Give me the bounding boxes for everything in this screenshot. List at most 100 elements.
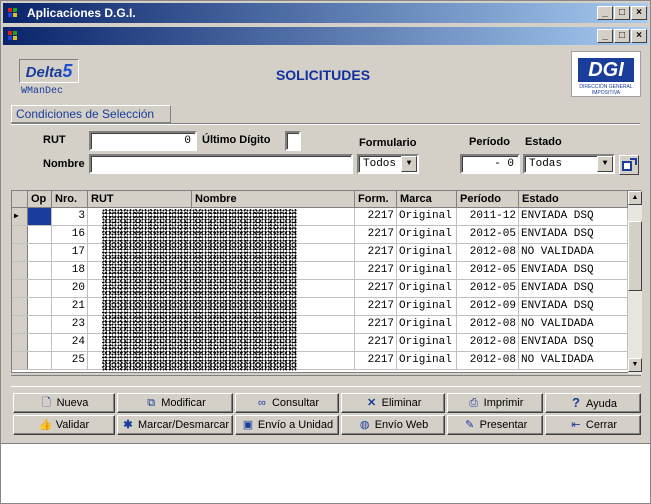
child-close-icon[interactable]: × bbox=[631, 29, 647, 43]
estado-cell[interactable]: NO VALIDADA bbox=[519, 352, 628, 369]
form-cell[interactable]: 2217 bbox=[355, 226, 397, 243]
ultimo-digito-input[interactable] bbox=[285, 131, 301, 151]
marca-cell[interactable]: Original bbox=[397, 334, 457, 351]
nueva-button[interactable]: 🗋 Nueva bbox=[13, 393, 115, 413]
form-cell[interactable]: 2217 bbox=[355, 316, 397, 333]
vertical-scrollbar[interactable]: ▲ ▼ bbox=[628, 191, 642, 374]
formulario-select[interactable]: Todos ▼ bbox=[357, 154, 419, 174]
nro-cell[interactable]: 23 bbox=[52, 316, 88, 333]
op-cell[interactable] bbox=[28, 244, 52, 261]
nro-cell[interactable]: 20 bbox=[52, 280, 88, 297]
row-indicator[interactable] bbox=[12, 280, 28, 297]
filter-button[interactable] bbox=[619, 155, 639, 175]
op-cell[interactable] bbox=[28, 298, 52, 315]
col-header-estado[interactable]: Estado bbox=[519, 191, 628, 208]
form-cell[interactable]: 2217 bbox=[355, 334, 397, 351]
col-header-marca[interactable]: Marca bbox=[397, 191, 457, 208]
nro-cell[interactable]: 21 bbox=[52, 298, 88, 315]
rut-input[interactable]: 0 bbox=[89, 131, 197, 151]
nro-cell[interactable]: 17 bbox=[52, 244, 88, 261]
nro-cell[interactable]: 18 bbox=[52, 262, 88, 279]
nro-cell[interactable]: 3 bbox=[52, 208, 88, 225]
periodo-cell[interactable]: 2012-08 bbox=[457, 244, 519, 261]
marca-cell[interactable]: Original bbox=[397, 262, 457, 279]
imprimir-button[interactable]: ⎙ Imprimir bbox=[447, 393, 543, 413]
row-indicator[interactable] bbox=[12, 352, 28, 369]
estado-cell[interactable]: ENVIADA DSQ bbox=[519, 226, 628, 243]
op-cell[interactable] bbox=[28, 226, 52, 243]
col-header-nombre[interactable]: Nombre bbox=[192, 191, 355, 208]
col-header-periodo[interactable]: Período bbox=[457, 191, 519, 208]
marca-cell[interactable]: Original bbox=[397, 280, 457, 297]
estado-cell[interactable]: NO VALIDADA bbox=[519, 316, 628, 333]
periodo-cell[interactable]: 2012-09 bbox=[457, 298, 519, 315]
op-cell[interactable] bbox=[28, 334, 52, 351]
periodo-cell[interactable]: 2012-05 bbox=[457, 262, 519, 279]
col-header-rut[interactable]: RUT bbox=[88, 191, 192, 208]
periodo-cell[interactable]: 2012-08 bbox=[457, 352, 519, 369]
row-indicator[interactable] bbox=[12, 334, 28, 351]
chevron-down-icon[interactable]: ▼ bbox=[597, 156, 613, 172]
col-header-form[interactable]: Form. bbox=[355, 191, 397, 208]
marca-cell[interactable]: Original bbox=[397, 208, 457, 225]
estado-cell[interactable]: ENVIADA DSQ bbox=[519, 262, 628, 279]
estado-cell[interactable]: ENVIADA DSQ bbox=[519, 208, 628, 225]
child-minimize-icon[interactable]: _ bbox=[597, 29, 613, 43]
estado-cell[interactable]: ENVIADA DSQ bbox=[519, 334, 628, 351]
op-cell[interactable] bbox=[28, 280, 52, 297]
op-cell[interactable] bbox=[28, 316, 52, 333]
form-cell[interactable]: 2217 bbox=[355, 244, 397, 261]
row-indicator[interactable] bbox=[12, 298, 28, 315]
periodo-cell[interactable]: 2012-05 bbox=[457, 280, 519, 297]
close-icon[interactable]: × bbox=[631, 6, 647, 20]
row-indicator[interactable] bbox=[12, 262, 28, 279]
chevron-down-icon[interactable]: ▼ bbox=[401, 156, 417, 172]
validar-button[interactable]: 👍 Validar bbox=[13, 415, 115, 435]
minimize-icon[interactable]: _ bbox=[597, 6, 613, 20]
row-indicator[interactable] bbox=[12, 316, 28, 333]
envio-web-button[interactable]: ◍ Envío Web bbox=[341, 415, 445, 435]
form-cell[interactable]: 2217 bbox=[355, 208, 397, 225]
modificar-button[interactable]: ⧉ Modificar bbox=[117, 393, 233, 413]
eliminar-button[interactable]: ✕ Eliminar bbox=[341, 393, 445, 413]
scroll-thumb[interactable] bbox=[628, 221, 642, 291]
estado-cell[interactable]: ENVIADA DSQ bbox=[519, 280, 628, 297]
presentar-button[interactable]: ✎ Presentar bbox=[447, 415, 543, 435]
marcar-desmarcar-button[interactable]: ✱ Marcar/Desmarcar bbox=[117, 415, 233, 435]
col-header-op[interactable]: Op bbox=[28, 191, 52, 208]
envio-unidad-button[interactable]: ▣ Envío a Unidad bbox=[235, 415, 339, 435]
estado-select[interactable]: Todas ▼ bbox=[523, 154, 615, 174]
nro-cell[interactable]: 16 bbox=[52, 226, 88, 243]
horizontal-scrollbar[interactable] bbox=[11, 375, 641, 387]
col-header-nro[interactable]: Nro. bbox=[52, 191, 88, 208]
periodo-cell[interactable]: 2012-08 bbox=[457, 334, 519, 351]
estado-cell[interactable]: NO VALIDADA bbox=[519, 244, 628, 261]
op-cell[interactable] bbox=[28, 208, 52, 225]
nro-cell[interactable]: 25 bbox=[52, 352, 88, 369]
form-cell[interactable]: 2217 bbox=[355, 280, 397, 297]
periodo-cell[interactable]: 2012-05 bbox=[457, 226, 519, 243]
form-cell[interactable]: 2217 bbox=[355, 262, 397, 279]
periodo-cell[interactable]: 2011-12 bbox=[457, 208, 519, 225]
ayuda-button[interactable]: ? Ayuda bbox=[545, 393, 641, 413]
scroll-up-icon[interactable]: ▲ bbox=[628, 191, 642, 205]
row-indicator[interactable]: ▶ bbox=[12, 208, 28, 225]
form-cell[interactable]: 2217 bbox=[355, 298, 397, 315]
periodo-input[interactable]: - 0 bbox=[460, 154, 520, 174]
maximize-icon[interactable]: □ bbox=[614, 6, 630, 20]
estado-cell[interactable]: ENVIADA DSQ bbox=[519, 298, 628, 315]
form-cell[interactable]: 2217 bbox=[355, 352, 397, 369]
conditions-tab[interactable]: Condiciones de Selección bbox=[11, 105, 171, 123]
nombre-input[interactable] bbox=[89, 154, 353, 174]
marca-cell[interactable]: Original bbox=[397, 298, 457, 315]
row-indicator[interactable] bbox=[12, 244, 28, 261]
periodo-cell[interactable]: 2012-08 bbox=[457, 316, 519, 333]
solicitudes-grid[interactable]: Op Nro. RUT Nombre Form. Marca Período E… bbox=[11, 190, 642, 374]
child-maximize-icon[interactable]: □ bbox=[614, 29, 630, 43]
cerrar-button[interactable]: ⇤ Cerrar bbox=[545, 415, 641, 435]
marca-cell[interactable]: Original bbox=[397, 352, 457, 369]
marca-cell[interactable]: Original bbox=[397, 316, 457, 333]
row-indicator[interactable] bbox=[12, 226, 28, 243]
op-cell[interactable] bbox=[28, 352, 52, 369]
scroll-down-icon[interactable]: ▼ bbox=[628, 358, 642, 372]
